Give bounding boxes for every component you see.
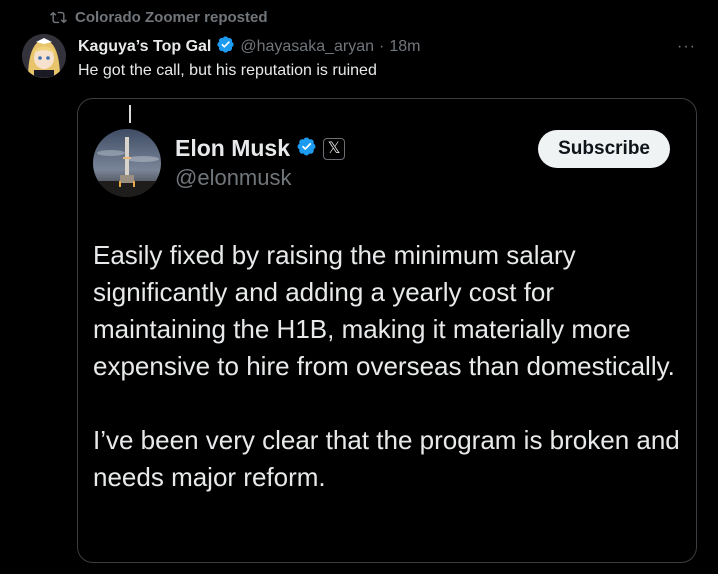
- quoted-paragraph-1: Easily fixed by raising the minimum sala…: [93, 240, 675, 381]
- quoted-post-card[interactable]: Elon Musk 𝕏 @elonmusk Subscribe Easily f…: [77, 98, 697, 563]
- quoted-author-name-row: Elon Musk 𝕏: [175, 135, 346, 162]
- author-name[interactable]: Kaguya’s Top Gal: [78, 38, 211, 56]
- author-handle[interactable]: @hayasaka_aryan: [240, 38, 374, 56]
- repost-indicator[interactable]: Colorado Zoomer reposted: [50, 9, 268, 26]
- verified-badge-icon[interactable]: [296, 136, 317, 162]
- text-cursor: [129, 105, 131, 123]
- subscribe-button[interactable]: Subscribe: [538, 130, 670, 168]
- quoted-author-handle[interactable]: @elonmusk: [175, 165, 292, 191]
- quoted-author-name[interactable]: Elon Musk: [175, 135, 290, 162]
- separator-dot: ·: [379, 38, 385, 55]
- x-affiliate-badge-icon[interactable]: 𝕏: [323, 137, 346, 160]
- verified-badge-icon[interactable]: [216, 35, 235, 59]
- post-container: Colorado Zoomer reposted Kaguya’s Top Ga…: [0, 0, 718, 574]
- repost-icon: [50, 9, 67, 26]
- quoted-post-text: Easily fixed by raising the minimum sala…: [93, 237, 683, 496]
- quoted-author-avatar[interactable]: [93, 129, 161, 197]
- tweet-time[interactable]: 18m: [389, 38, 420, 56]
- tweet-text: He got the call, but his reputation is r…: [78, 62, 377, 79]
- more-options-icon[interactable]: ···: [677, 38, 696, 56]
- tweet-header: Kaguya’s Top Gal @hayasaka_aryan · 18m: [78, 35, 420, 59]
- quoted-paragraph-2: I’ve been very clear that the program is…: [93, 425, 680, 492]
- author-avatar[interactable]: [22, 34, 66, 78]
- repost-text: Colorado Zoomer reposted: [75, 9, 268, 26]
